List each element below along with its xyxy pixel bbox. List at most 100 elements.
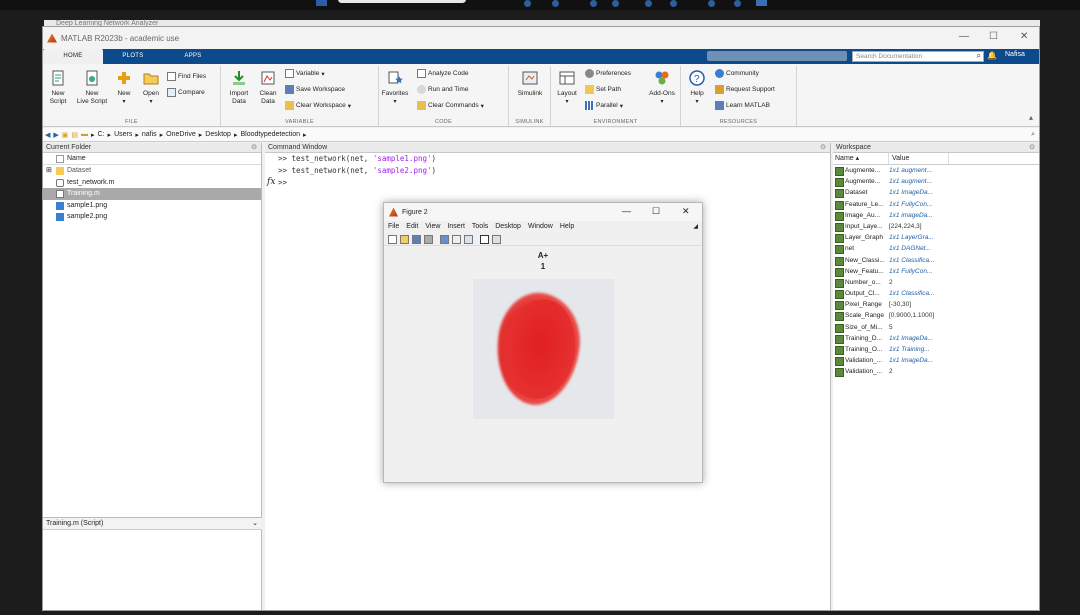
parallel-button[interactable]: Parallel ▾ xyxy=(585,101,623,110)
panel-menu-icon[interactable]: ⊙ xyxy=(820,143,826,153)
menu-help[interactable]: Help xyxy=(560,221,574,233)
compare-button[interactable]: Compare xyxy=(167,88,205,97)
chevron-down-icon[interactable]: ⌄ xyxy=(252,518,258,530)
pointer-icon[interactable] xyxy=(480,234,489,244)
maximize-icon[interactable]: ☐ xyxy=(652,206,660,217)
command-prompt[interactable]: >> xyxy=(265,177,830,189)
quick-access-toolbar[interactable] xyxy=(707,51,847,61)
workspace-row[interactable]: Training_O... 1x1 Training... xyxy=(833,344,1039,356)
analyze-code-button[interactable]: Analyze Code xyxy=(417,69,468,78)
figure-canvas[interactable]: A+ 1 xyxy=(384,247,702,482)
back-icon[interactable]: ◀ xyxy=(45,131,50,139)
list-item[interactable]: Training.m xyxy=(43,188,261,200)
new-script-button[interactable]: New Script xyxy=(45,70,71,106)
chevron-down-icon[interactable]: ▾ xyxy=(321,70,324,78)
forward-icon[interactable]: ▶ xyxy=(53,131,58,139)
insert-legend-icon[interactable] xyxy=(464,234,473,244)
app-icon[interactable] xyxy=(670,0,677,7)
list-item[interactable]: ⊞ Dataset xyxy=(43,165,261,177)
set-path-button[interactable]: Set Path xyxy=(585,85,621,94)
browse-folder-icon[interactable]: ▤ xyxy=(71,131,78,139)
menu-overflow-icon[interactable]: ◢ xyxy=(693,221,698,233)
search-icon[interactable]: ⌕ xyxy=(977,51,981,61)
workspace-row[interactable]: Output_Cl... 1x1 Classifica... xyxy=(833,288,1039,300)
chevron-down-icon[interactable]: ▾ xyxy=(481,102,484,110)
taskbar-search[interactable] xyxy=(338,0,466,3)
clean-data-button[interactable]: Clean Data xyxy=(255,70,281,106)
app-icon[interactable] xyxy=(590,0,597,7)
workspace-row[interactable]: Augmente... 1x1 augment... xyxy=(833,165,1039,177)
save-workspace-button[interactable]: Save Workspace xyxy=(285,85,345,94)
list-item[interactable]: sample1.png xyxy=(43,200,261,212)
start-icon[interactable] xyxy=(316,0,327,6)
value-column-header[interactable]: Value xyxy=(889,153,949,164)
community-button[interactable]: Community xyxy=(715,69,759,78)
menu-insert[interactable]: Insert xyxy=(447,221,465,233)
learn-matlab-button[interactable]: Learn MATLAB xyxy=(715,101,770,110)
new-figure-icon[interactable] xyxy=(388,234,397,244)
menu-desktop[interactable]: Desktop xyxy=(495,221,521,233)
link-plot-icon[interactable] xyxy=(440,234,449,244)
workspace-row[interactable]: Number_o... 2 xyxy=(833,277,1039,289)
open-file-icon[interactable] xyxy=(400,234,409,244)
add-ons-button[interactable]: Add-Ons ▾ xyxy=(645,70,679,106)
tab-apps[interactable]: APPS xyxy=(163,49,223,64)
app-icon[interactable] xyxy=(645,0,652,7)
app-icon[interactable] xyxy=(552,0,559,7)
expand-icon[interactable]: ⊞ xyxy=(46,165,52,177)
workspace-row[interactable]: New_Featu... 1x1 FullyCon... xyxy=(833,266,1039,277)
app-icon[interactable] xyxy=(708,0,715,7)
app-icon[interactable] xyxy=(524,0,531,7)
panel-menu-icon[interactable]: ⊙ xyxy=(1029,143,1035,153)
workspace-row[interactable]: Size_of_Mi... 5 xyxy=(833,322,1039,333)
workspace-row[interactable]: Validation_... 1x1 ImageDa... xyxy=(833,355,1039,367)
breadcrumb-c[interactable]: C: xyxy=(98,131,105,138)
insert-colorbar-icon[interactable] xyxy=(452,234,461,244)
import-data-button[interactable]: Import Data xyxy=(225,70,253,106)
clear-commands-button[interactable]: Clear Commands ▾ xyxy=(417,101,484,110)
chevron-down-icon[interactable]: ▾ xyxy=(113,98,135,106)
breadcrumb-nafis[interactable]: nafis xyxy=(142,131,157,138)
search-documentation-input[interactable]: Search Documentation ⌕ xyxy=(852,51,984,62)
collapse-ribbon-icon[interactable]: ▴ xyxy=(1029,113,1033,122)
breadcrumb-bloodtypedetection[interactable]: Bloodtypedetection xyxy=(240,131,300,138)
minimize-icon[interactable]: — xyxy=(622,206,631,216)
workspace-row[interactable]: Scale_Range [0.9000,1.1000] xyxy=(833,310,1039,322)
search-icon[interactable]: ⌕ xyxy=(1031,131,1035,139)
variable-button[interactable]: Variable ▾ xyxy=(285,69,325,78)
request-support-button[interactable]: Request Support xyxy=(715,85,775,94)
app-icon[interactable] xyxy=(756,0,767,6)
chevron-down-icon[interactable]: ▾ xyxy=(553,98,581,106)
find-files-button[interactable]: Find Files xyxy=(167,72,206,81)
workspace-row[interactable]: New_Classi... 1x1 Classifica... xyxy=(833,255,1039,266)
menu-edit[interactable]: Edit xyxy=(406,221,418,233)
chevron-down-icon[interactable]: ▾ xyxy=(139,98,163,106)
open-button[interactable]: Open ▾ xyxy=(139,70,163,106)
tab-plots[interactable]: PLOTS xyxy=(103,49,163,64)
save-icon[interactable] xyxy=(412,234,421,244)
chevron-down-icon[interactable]: ▾ xyxy=(685,98,709,106)
name-column-header[interactable]: Name ▴ xyxy=(833,153,889,164)
workspace-row[interactable]: Layer_Graph 1x1 LayerGra... xyxy=(833,232,1039,244)
workspace-row[interactable]: net 1x1 DAGNet... xyxy=(833,243,1039,255)
fx-icon[interactable]: fx xyxy=(265,177,275,187)
layout-button[interactable]: Layout ▾ xyxy=(553,70,581,106)
workspace-row[interactable]: Feature_Le... 1x1 FullyCon... xyxy=(833,199,1039,210)
details-header[interactable]: Training.m (Script) ⌄ xyxy=(43,518,262,530)
breadcrumb-desktop[interactable]: Desktop xyxy=(205,131,231,138)
notification-icon[interactable]: 🔔 xyxy=(987,51,997,60)
new-live-script-button[interactable]: New Live Script xyxy=(75,70,109,106)
list-item[interactable]: test_network.m xyxy=(43,177,261,189)
workspace-row[interactable]: Validation_... 2 xyxy=(833,366,1039,378)
tab-home[interactable]: HOME xyxy=(43,49,103,64)
chevron-down-icon[interactable]: ▾ xyxy=(645,98,679,106)
preferences-button[interactable]: Preferences xyxy=(585,69,631,78)
chevron-down-icon[interactable]: ▾ xyxy=(379,98,411,106)
clear-workspace-button[interactable]: Clear Workspace ▾ xyxy=(285,101,351,110)
print-icon[interactable] xyxy=(424,234,433,244)
menu-tools[interactable]: Tools xyxy=(472,221,488,233)
chevron-down-icon[interactable]: ▾ xyxy=(348,102,351,110)
help-button[interactable]: ? Help ▾ xyxy=(685,70,709,106)
minimize-icon[interactable]: — xyxy=(959,31,969,42)
up-folder-icon[interactable]: ▣ xyxy=(62,131,69,139)
